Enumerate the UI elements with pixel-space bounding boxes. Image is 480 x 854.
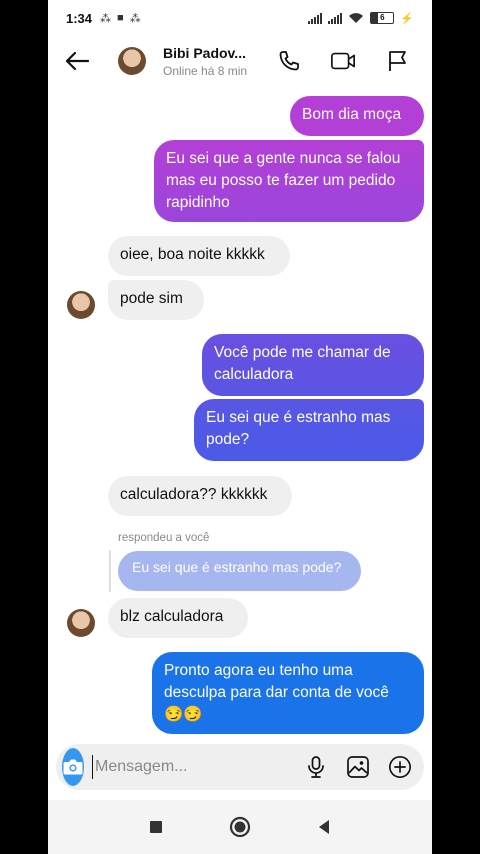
gallery-icon[interactable]	[346, 755, 370, 779]
flag-icon[interactable]	[384, 48, 410, 74]
status-bar: 1:34 ⁂ ■ ⁂ 6 ⚡	[48, 0, 432, 36]
signal-icon	[308, 12, 323, 24]
battery-level: 6	[380, 13, 385, 22]
wifi-icon	[349, 13, 364, 23]
battery-icon: 6	[370, 12, 395, 24]
video-icon[interactable]	[330, 48, 356, 74]
sent-message[interactable]: Você pode me chamar de calculadora	[202, 334, 424, 396]
message-text: blz calculadora	[120, 608, 224, 625]
message-text: pode sim	[120, 290, 183, 307]
status-right-icons: 6 ⚡	[308, 12, 414, 25]
notification-icon: ⁂	[100, 12, 112, 25]
sent-message[interactable]: Eu sei que é estranho mas pode?	[194, 399, 424, 461]
phone-icon[interactable]	[276, 48, 302, 74]
message-text: Pronto agora eu tenho uma desculpa para …	[164, 662, 389, 701]
composer-actions	[304, 755, 412, 779]
quoted-message[interactable]: Eu sei que é estranho mas pode?	[118, 551, 361, 591]
quoted-text: Eu sei que é estranho mas pode?	[132, 559, 342, 575]
video-rec-icon: ■	[117, 12, 124, 24]
mic-icon[interactable]	[304, 755, 328, 779]
header-actions	[276, 48, 410, 74]
message-text: Eu sei que é estranho mas pode?	[206, 409, 391, 448]
notification-icon-2: ⁂	[129, 12, 141, 25]
message-input[interactable]	[92, 755, 304, 779]
received-message[interactable]: pode sim	[108, 280, 204, 320]
message-emoji: 😏😏	[164, 706, 203, 723]
charging-icon: ⚡	[400, 12, 414, 25]
reply-label: respondeu a você	[118, 532, 210, 544]
signal-icon-2	[328, 12, 343, 24]
sender-avatar[interactable]	[67, 291, 95, 319]
chat-header: Bibi Padov... Online há 8 min	[48, 36, 432, 86]
camera-icon[interactable]	[62, 748, 84, 786]
system-nav-bar	[48, 800, 432, 854]
phone-screen: 1:34 ⁂ ■ ⁂ 6 ⚡ Bibi Padov... Online há 8…	[48, 0, 432, 854]
message-text: Você pode me chamar de calculadora	[214, 344, 391, 383]
received-message[interactable]: blz calculadora	[108, 598, 248, 638]
sent-message[interactable]: Eu sei que a gente nunca se falou mas eu…	[154, 140, 424, 222]
sent-message[interactable]: Bom dia moça	[290, 96, 424, 136]
contact-status: Online há 8 min	[163, 63, 248, 78]
message-text: Eu sei que a gente nunca se falou mas eu…	[166, 150, 401, 211]
nav-square-icon[interactable]	[144, 815, 168, 839]
contact-info[interactable]: Bibi Padov... Online há 8 min	[163, 45, 247, 78]
message-text: Bom dia moça	[302, 106, 402, 123]
plus-icon[interactable]	[388, 755, 412, 779]
nav-back-icon[interactable]	[312, 815, 336, 839]
received-message[interactable]: oiee, boa noite kkkkk	[108, 236, 290, 276]
sent-message[interactable]: Pronto agora eu tenho uma desculpa para …	[152, 652, 424, 734]
nav-circle-icon[interactable]	[228, 815, 252, 839]
reply-bar	[109, 550, 111, 592]
message-composer	[56, 744, 424, 790]
sender-avatar[interactable]	[67, 609, 95, 637]
message-text: calculadora?? kkkkkk	[120, 486, 268, 503]
back-arrow-icon[interactable]	[62, 46, 92, 76]
status-left-icons: ⁂ ■ ⁂	[100, 12, 141, 25]
contact-name: Bibi Padov...	[163, 44, 246, 61]
status-time: 1:34	[66, 10, 93, 26]
message-text: oiee, boa noite kkkkk	[120, 246, 265, 263]
contact-avatar[interactable]	[118, 47, 146, 75]
received-message[interactable]: calculadora?? kkkkkk	[108, 476, 292, 516]
